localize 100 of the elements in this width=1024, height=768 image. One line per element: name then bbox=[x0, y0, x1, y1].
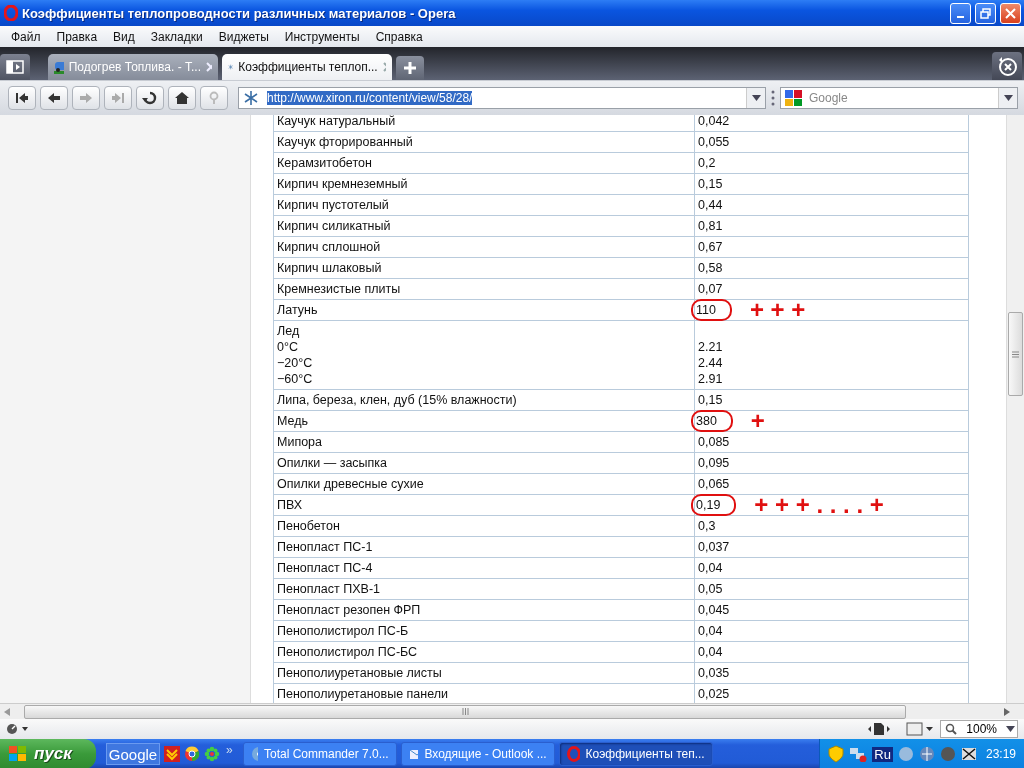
table-cell-text: Пенополиуретановые листы bbox=[277, 665, 443, 681]
table-cell-text: Опилки — засыпка bbox=[277, 455, 389, 471]
taskbar-button[interactable]: Коэффициенты теп... bbox=[558, 742, 713, 766]
table-cell: 0,15 bbox=[698, 392, 723, 408]
flower-icon[interactable] bbox=[204, 746, 220, 762]
reload-button[interactable] bbox=[136, 86, 164, 110]
menu-item[interactable]: Справка bbox=[367, 29, 431, 44]
rewind-button[interactable] bbox=[8, 86, 36, 110]
search-bar[interactable]: Google bbox=[780, 87, 1018, 109]
close-button[interactable] bbox=[1000, 2, 1021, 24]
table-cell-text: Пенопласт ПС-1 bbox=[277, 539, 374, 555]
table-cell-text: Пенопласт резопен ФРП bbox=[277, 602, 422, 618]
table-cell-text: Пенопласт ПС-4 bbox=[277, 560, 374, 576]
window-title: Коэффициенты теплопроводности различных материалов - Opera bbox=[22, 5, 457, 21]
table-cell: 0,67 bbox=[698, 239, 723, 255]
table-cell-text: Пенополиуретановые панели bbox=[277, 686, 449, 702]
plus-icon bbox=[403, 61, 417, 75]
table-cell: 0,58 bbox=[698, 260, 723, 276]
table-cell: 0,3 bbox=[698, 518, 716, 534]
taskbar-button[interactable]: Total Commander 7.0... bbox=[242, 742, 397, 766]
menu-item[interactable]: Файл bbox=[3, 29, 49, 44]
menu-item[interactable]: Виджеты bbox=[210, 29, 277, 44]
table-cell: 0,085 bbox=[698, 434, 730, 450]
table-cell: 0,44 bbox=[698, 197, 723, 213]
language-indicator[interactable]: Ru bbox=[872, 746, 893, 762]
table-cell: 0,095 bbox=[698, 455, 730, 471]
table-cell: 0,04 bbox=[698, 623, 723, 639]
menu-item[interactable]: Инструменты bbox=[276, 29, 368, 44]
rewind-icon bbox=[14, 91, 30, 105]
closed-tabs-button[interactable] bbox=[992, 52, 1022, 80]
handwritten-marks: + bbox=[750, 413, 765, 429]
table-cell: 0,07 bbox=[698, 281, 723, 297]
menu-item[interactable]: Закладки bbox=[142, 29, 211, 44]
browser-tab[interactable]: Коэффициенты теплоп... bbox=[222, 54, 392, 80]
horizontal-scrollbar[interactable] bbox=[0, 703, 1024, 719]
table-cell: 110 bbox=[691, 299, 732, 321]
table-cell-text: Мипора bbox=[277, 434, 324, 450]
table-cell-text: Пенопласт ПХВ-1 bbox=[277, 581, 382, 597]
table-cell-text: Лед bbox=[277, 323, 301, 339]
dropdown-arrow-icon bbox=[1003, 95, 1013, 101]
download-icon[interactable] bbox=[164, 746, 180, 762]
image-icon[interactable] bbox=[906, 722, 935, 736]
table-cell-text: Каучук натуральный bbox=[277, 115, 397, 129]
table-cell: 0,055 bbox=[698, 134, 730, 150]
zoom-field[interactable]: 100% bbox=[940, 720, 1018, 738]
shield-icon[interactable] bbox=[828, 745, 845, 763]
forward-arrow-icon bbox=[78, 91, 94, 105]
scroll-left-icon[interactable] bbox=[4, 707, 10, 716]
dropdown-arrow-icon[interactable] bbox=[1006, 726, 1015, 732]
table-cell-text: Кирпич шлаковый bbox=[277, 260, 383, 276]
opera-logo-icon bbox=[566, 746, 580, 762]
table-cell: 0,045 bbox=[698, 602, 730, 618]
table-cell-text: −60°C bbox=[277, 371, 314, 387]
table-cell-text: Кирпич кремнеземный bbox=[277, 176, 409, 192]
table-cell: 0,035 bbox=[698, 665, 730, 681]
grip-icon bbox=[1012, 350, 1019, 358]
dropdown-arrow-icon bbox=[751, 95, 761, 101]
menu-item[interactable]: Правка bbox=[48, 29, 106, 44]
table-cell-text: Кирпич сплошной bbox=[277, 239, 382, 255]
scroll-right-icon[interactable] bbox=[1004, 707, 1010, 716]
table-cell: 0,037 bbox=[698, 539, 730, 555]
table-cell-text: −20°C bbox=[277, 355, 314, 371]
home-button[interactable] bbox=[168, 86, 196, 110]
back-button[interactable] bbox=[40, 86, 68, 110]
start-button[interactable]: пуск bbox=[0, 739, 96, 768]
table-cell-text: Кирпич силикатный bbox=[277, 218, 392, 234]
clock: 23:19 bbox=[985, 747, 1016, 761]
new-tab-button[interactable] bbox=[396, 56, 424, 80]
handwritten-marks: + + + . . . . + bbox=[754, 497, 884, 513]
grip-icon[interactable] bbox=[771, 89, 775, 107]
table-cell-text: 2.91 bbox=[698, 371, 724, 387]
vertical-scrollbar[interactable] bbox=[1006, 115, 1024, 703]
table-cell: 0,025 bbox=[698, 686, 730, 702]
undo-close-icon bbox=[996, 55, 1018, 77]
more-button[interactable]: » bbox=[226, 743, 233, 757]
taskbar-button[interactable]: Входящие - Outlook ... bbox=[400, 742, 555, 766]
table-cell: 0,042 bbox=[698, 115, 730, 129]
table-cell: 0,04 bbox=[698, 644, 723, 660]
table-cell-text: 2.44 bbox=[698, 355, 724, 371]
browser-icon[interactable] bbox=[184, 746, 200, 762]
table-cell: 0,04 bbox=[698, 560, 723, 576]
menu-item[interactable]: Вид bbox=[105, 29, 143, 44]
table-cell: 0,2 bbox=[698, 155, 716, 171]
minimize-button[interactable] bbox=[950, 2, 971, 24]
speed-dial-icon[interactable] bbox=[6, 723, 30, 735]
search-icon bbox=[945, 723, 958, 735]
fast-forward-icon bbox=[110, 91, 126, 105]
network-icon[interactable] bbox=[849, 746, 868, 762]
table-cell: 0,19 bbox=[691, 494, 737, 516]
table-cell-text: Каучук фторированный bbox=[277, 134, 414, 150]
table-cell-text: Латунь bbox=[277, 302, 319, 318]
address-field[interactable]: http://www.xiron.ru/content/view/58/28/ bbox=[238, 87, 766, 109]
panel-toggle-button[interactable] bbox=[0, 54, 30, 80]
table-cell-text: Керамзитобетон bbox=[277, 155, 373, 171]
handwritten-marks: + + + bbox=[749, 302, 806, 318]
google-toolbar-button[interactable]: Google bbox=[106, 743, 160, 765]
restore-button[interactable] bbox=[975, 2, 996, 24]
table-cell-text: Липа, береза, клен, дуб (15% влажности) bbox=[277, 392, 518, 408]
app-icon[interactable] bbox=[960, 746, 977, 762]
document-icon[interactable] bbox=[868, 722, 891, 736]
